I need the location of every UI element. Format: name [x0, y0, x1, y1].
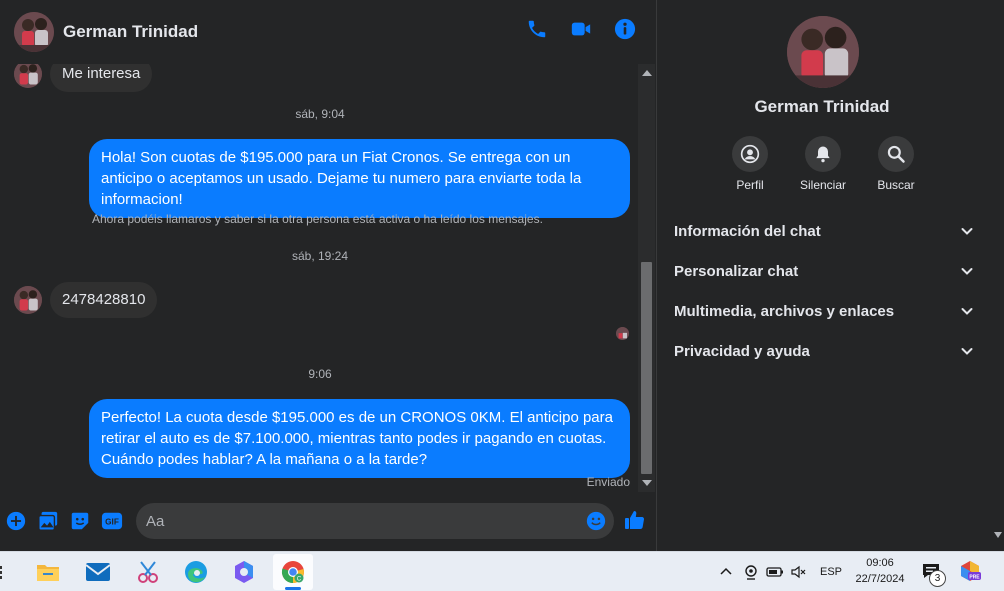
message-bubble-incoming[interactable]: 2478428810: [50, 282, 158, 318]
copilot-icon[interactable]: [224, 554, 264, 590]
panel-sections: Información del chat Personalizar chat M…: [674, 211, 974, 371]
info-icon[interactable]: [614, 18, 636, 40]
bell-icon: [805, 136, 841, 172]
profile-icon: [732, 136, 768, 172]
message-bubble-incoming[interactable]: Me interesa: [50, 64, 153, 92]
search-icon: [878, 136, 914, 172]
timestamp: 9:06: [308, 367, 332, 381]
clock-time: 09:06: [866, 557, 894, 569]
contact-avatar-small: [14, 286, 42, 314]
scroll-up-arrow-icon[interactable]: [642, 70, 652, 76]
section-title: Privacidad y ayuda: [674, 342, 810, 360]
contact-name[interactable]: German Trinidad: [63, 22, 198, 42]
section-chat-info[interactable]: Información del chat: [674, 211, 974, 251]
copilot-pre-icon[interactable]: PRE: [959, 560, 981, 582]
video-icon[interactable]: [570, 18, 592, 40]
message-row-incoming: Me interesa: [14, 64, 153, 92]
search-button[interactable]: Buscar: [874, 136, 918, 192]
emoji-icon[interactable]: [586, 511, 606, 531]
svg-text:GIF: GIF: [105, 518, 119, 527]
phone-icon[interactable]: [526, 18, 548, 40]
chevron-down-icon: [960, 264, 974, 278]
message-status: Enviado: [586, 475, 630, 489]
message-row-incoming: 2478428810: [14, 282, 158, 318]
composer: GIF: [0, 500, 656, 542]
panel-contact-name: German Trinidad: [754, 97, 890, 116]
read-receipt-avatar: [616, 327, 629, 340]
clock-date: 22/7/2024: [855, 573, 905, 585]
message-input[interactable]: [146, 503, 576, 539]
profile-label: Perfil: [736, 178, 764, 192]
image-icon[interactable]: [37, 510, 59, 532]
panel-scroll-down-icon[interactable]: [994, 532, 1002, 538]
info-panel: German Trinidad Perfil Silenciar Buscar …: [657, 0, 1004, 551]
scroll-down-arrow-icon[interactable]: [642, 480, 652, 486]
section-media-files-links[interactable]: Multimedia, archivos y enlaces: [674, 291, 974, 331]
chat-header: German Trinidad: [0, 0, 656, 64]
svg-text:PRE: PRE: [969, 575, 980, 581]
section-title: Información del chat: [674, 222, 821, 240]
message-list[interactable]: Me interesa sáb, 9:04 Hola! Son cuotas d…: [0, 64, 640, 492]
message-bubble-outgoing[interactable]: Hola! Son cuotas de $195.000 para un Fia…: [89, 139, 630, 218]
taskbar-edge-icon: [0, 564, 4, 580]
svg-text:C: C: [297, 577, 302, 583]
timestamp: sáb, 19:24: [291, 249, 349, 263]
contact-avatar-small: [14, 64, 42, 88]
like-icon[interactable]: [623, 508, 647, 532]
chevron-down-icon: [960, 344, 974, 358]
taskbar: C ESP 09:06 22/7/2024 3 PRE: [0, 551, 1004, 591]
section-title: Personalizar chat: [674, 262, 799, 280]
panel-actions: Perfil Silenciar Buscar: [728, 136, 918, 192]
system-tray: ESP: [717, 552, 842, 591]
message-scrollbar[interactable]: [638, 64, 655, 492]
scroll-thumb[interactable]: [641, 262, 652, 474]
section-privacy-help[interactable]: Privacidad y ayuda: [674, 331, 974, 371]
header-actions: [526, 18, 636, 40]
chat-window: German Trinidad Me interesa sáb, 9:04 Ho…: [0, 0, 657, 551]
notification-count-badge: 3: [929, 570, 946, 587]
chrome-browser-icon[interactable]: C: [273, 554, 313, 590]
mute-button[interactable]: Silenciar: [800, 136, 846, 192]
section-customize-chat[interactable]: Personalizar chat: [674, 251, 974, 291]
sticker-icon[interactable]: [69, 510, 91, 532]
panel-avatar[interactable]: [787, 16, 859, 88]
mute-label: Silenciar: [799, 178, 847, 192]
mail-icon[interactable]: [78, 554, 118, 590]
search-label: Buscar: [877, 178, 915, 192]
chevron-up-icon[interactable]: [717, 563, 735, 581]
file-explorer-icon[interactable]: [28, 554, 68, 590]
snipping-tool-icon[interactable]: [128, 554, 168, 590]
system-notice: Ahora podéis llamaros y saber si la otra…: [92, 212, 543, 226]
gif-icon[interactable]: GIF: [101, 510, 123, 532]
webcam-icon[interactable]: [743, 563, 759, 581]
clock[interactable]: 09:06 22/7/2024: [848, 555, 912, 587]
timestamp: sáb, 9:04: [295, 107, 345, 121]
profile-button[interactable]: Perfil: [728, 136, 772, 192]
section-title: Multimedia, archivos y enlaces: [674, 302, 895, 320]
plus-icon[interactable]: [5, 510, 27, 532]
message-input-wrapper: [136, 503, 614, 539]
battery-icon[interactable]: [766, 563, 784, 581]
edge-browser-icon[interactable]: [176, 554, 216, 590]
message-bubble-outgoing[interactable]: Perfecto! La cuota desde $195.000 es de …: [89, 399, 630, 478]
contact-avatar[interactable]: [14, 12, 54, 52]
volume-muted-icon[interactable]: [790, 563, 808, 581]
chevron-down-icon: [960, 224, 974, 238]
input-language[interactable]: ESP: [820, 566, 842, 578]
chevron-down-icon: [960, 304, 974, 318]
